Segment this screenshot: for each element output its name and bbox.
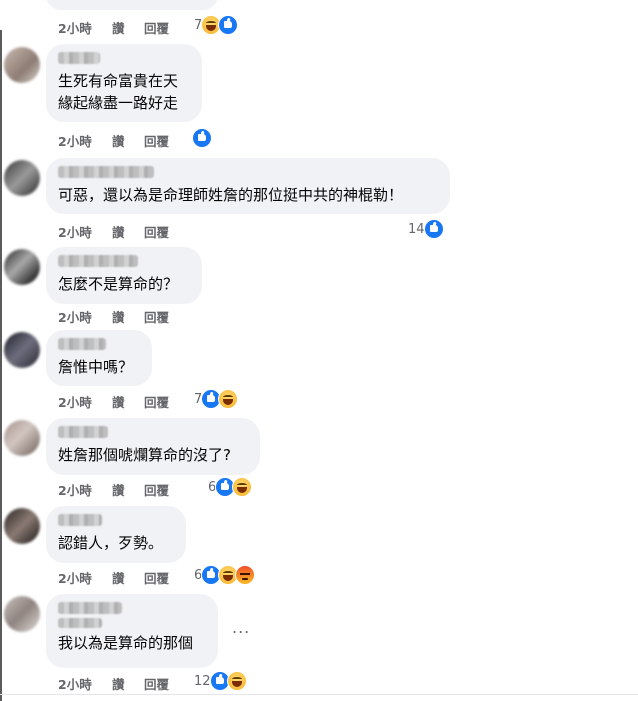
comment-timestamp[interactable]: 2小時 bbox=[58, 307, 112, 326]
reply-button[interactable]: 回覆 bbox=[144, 480, 194, 499]
comment-actions: 2小時 讚 回覆 bbox=[58, 307, 194, 326]
comment-timestamp[interactable]: 2小時 bbox=[58, 568, 112, 587]
like-button[interactable]: 讚 bbox=[112, 568, 144, 587]
comment-bubble: 我以為是算命的那個 bbox=[46, 594, 218, 668]
like-reaction-icon bbox=[423, 219, 444, 239]
like-button[interactable]: 讚 bbox=[112, 131, 144, 150]
angry-reaction-icon bbox=[235, 565, 256, 585]
reaction-count: 12 bbox=[194, 673, 211, 689]
like-button[interactable]: 讚 bbox=[112, 480, 144, 499]
comment-text: 生死有命富貴在天 緣起緣盡一路好走 bbox=[58, 72, 179, 112]
haha-reaction-icon bbox=[226, 671, 247, 691]
like-button[interactable]: 讚 bbox=[112, 18, 144, 37]
commenter-name[interactable] bbox=[58, 338, 106, 350]
comment-actions: 2小時 讚 回覆 bbox=[58, 674, 194, 693]
comment-text: 怎麼不是算命的？ bbox=[58, 275, 179, 293]
avatar[interactable] bbox=[4, 47, 40, 83]
thread-line bbox=[0, 30, 2, 701]
comment-bubble: 詹惟中嗎？ bbox=[46, 330, 152, 386]
comment-text: 詹惟中嗎？ bbox=[58, 358, 134, 376]
like-reaction-icon bbox=[218, 15, 239, 35]
haha-reaction-icon bbox=[218, 389, 239, 409]
reaction-summary[interactable]: 7 bbox=[194, 389, 239, 409]
reaction-summary[interactable]: 7 bbox=[194, 15, 239, 35]
avatar[interactable] bbox=[4, 420, 40, 456]
comment-bubble: 姓詹那個唬爛算命的沒了? bbox=[46, 418, 260, 475]
more-options-icon[interactable]: ... bbox=[232, 618, 250, 637]
commenter-name[interactable] bbox=[58, 514, 102, 526]
avatar[interactable] bbox=[4, 249, 40, 285]
divider bbox=[0, 694, 638, 695]
reaction-summary[interactable]: 12 bbox=[194, 671, 247, 691]
reply-button[interactable]: 回覆 bbox=[144, 568, 194, 587]
comment-text: 姓詹那個唬爛算命的沒了? bbox=[58, 446, 231, 464]
reaction-summary[interactable] bbox=[192, 128, 212, 148]
reaction-summary[interactable]: 6 bbox=[194, 565, 256, 585]
like-button[interactable]: 讚 bbox=[112, 307, 144, 326]
commenter-name-secondary bbox=[58, 618, 102, 628]
reaction-summary[interactable]: 14 bbox=[408, 219, 444, 239]
comment-timestamp[interactable]: 2小時 bbox=[58, 131, 112, 150]
like-reaction-icon bbox=[192, 128, 212, 148]
reaction-count: 14 bbox=[408, 221, 425, 237]
avatar[interactable] bbox=[4, 508, 40, 544]
comment-timestamp[interactable]: 2小時 bbox=[58, 392, 112, 411]
commenter-name[interactable] bbox=[58, 255, 138, 267]
commenter-name[interactable] bbox=[58, 52, 100, 64]
commenter-name[interactable] bbox=[58, 602, 122, 614]
comment-actions: 2小時 讚 回覆 bbox=[58, 392, 194, 411]
reply-button[interactable]: 回覆 bbox=[144, 307, 194, 326]
comment-bubble: 生死有命富貴在天 緣起緣盡一路好走 bbox=[46, 44, 202, 122]
comment-timestamp[interactable]: 2小時 bbox=[58, 674, 112, 693]
comment-actions: 2小時 讚 回覆 bbox=[58, 480, 194, 499]
comment-timestamp[interactable]: 2小時 bbox=[58, 480, 112, 499]
reply-button[interactable]: 回覆 bbox=[144, 18, 194, 37]
comment-bubble: 怎麼不是算命的？ bbox=[46, 247, 202, 304]
comment-actions: 2小時 讚 回覆 bbox=[58, 568, 194, 587]
comment-text: 認錯人，歹勢。 bbox=[58, 534, 164, 552]
commenter-name[interactable] bbox=[58, 166, 154, 178]
reply-button[interactable]: 回覆 bbox=[144, 222, 194, 241]
comment-actions: 2小時 讚 回覆 bbox=[58, 18, 194, 37]
reaction-summary[interactable]: 6 bbox=[208, 477, 253, 497]
avatar[interactable] bbox=[4, 596, 40, 632]
comment-bubble bbox=[46, 0, 218, 10]
comment-text: 我以為是算命的那個 bbox=[58, 634, 194, 652]
like-button[interactable]: 讚 bbox=[112, 674, 144, 693]
reply-button[interactable]: 回覆 bbox=[144, 392, 194, 411]
haha-reaction-icon bbox=[232, 477, 253, 497]
comment-timestamp[interactable]: 2小時 bbox=[58, 222, 112, 241]
comment-actions: 2小時 讚 回覆 bbox=[58, 131, 194, 150]
comment-text: 可惡，還以為是命理師姓詹的那位挺中共的神棍勒！ bbox=[58, 186, 404, 204]
like-button[interactable]: 讚 bbox=[112, 222, 144, 241]
comment-bubble: 認錯人，歹勢。 bbox=[46, 506, 186, 563]
reply-button[interactable]: 回覆 bbox=[144, 131, 194, 150]
comment-bubble: 可惡，還以為是命理師姓詹的那位挺中共的神棍勒！ bbox=[46, 158, 450, 214]
commenter-name[interactable] bbox=[58, 426, 108, 438]
avatar[interactable] bbox=[4, 160, 40, 196]
avatar[interactable] bbox=[4, 332, 40, 368]
like-button[interactable]: 讚 bbox=[112, 392, 144, 411]
reply-button[interactable]: 回覆 bbox=[144, 674, 194, 693]
comment-actions: 2小時 讚 回覆 bbox=[58, 222, 194, 241]
comment-timestamp[interactable]: 2小時 bbox=[58, 18, 112, 37]
